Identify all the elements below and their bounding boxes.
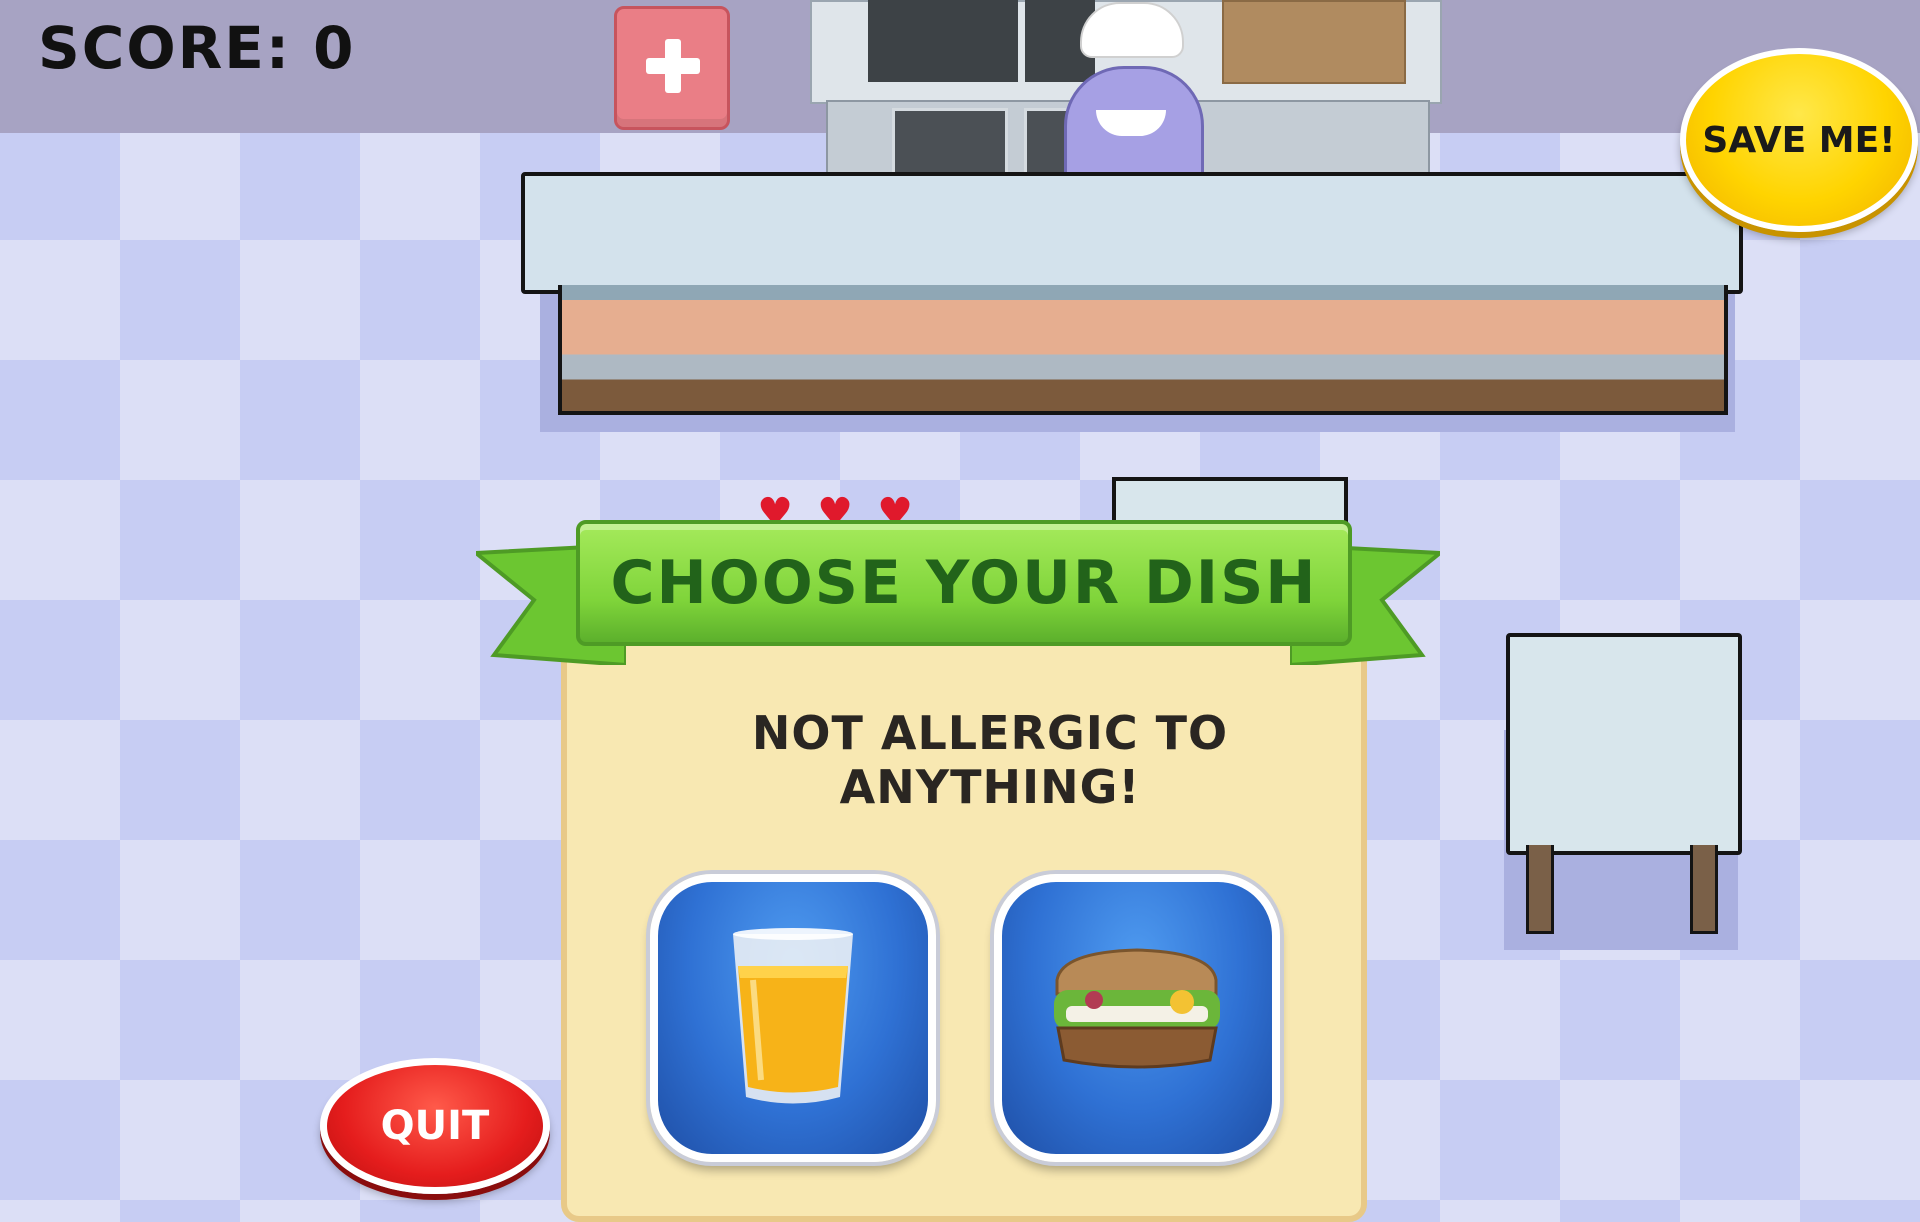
dialog-title: CHOOSE YOUR DISH — [610, 548, 1318, 618]
dish-option-sandwich[interactable] — [994, 874, 1280, 1162]
allergy-message: NOT ALLERGIC TO ANYTHING! — [640, 706, 1340, 814]
allergy-message-line2: ANYTHING! — [839, 760, 1141, 814]
score-value: 0 — [313, 14, 356, 82]
dialog-title-banner: CHOOSE YOUR DISH — [576, 520, 1352, 646]
serving-counter-front — [558, 285, 1728, 415]
chef-hat — [1080, 2, 1184, 58]
save-me-button[interactable]: SAVE ME! — [1680, 48, 1918, 232]
score-label: SCORE: — [38, 14, 292, 82]
score-display: SCORE: 0 — [38, 14, 355, 82]
quit-button[interactable]: QUIT — [320, 1058, 550, 1194]
side-table — [1506, 633, 1742, 855]
chef-character — [1062, 2, 1204, 182]
stove-burner — [868, 0, 1018, 82]
cutting-board — [1222, 0, 1406, 84]
serving-counter-top — [521, 172, 1743, 294]
table-leg — [1690, 845, 1718, 934]
allergy-message-line1: NOT ALLERGIC TO — [751, 706, 1229, 760]
first-aid-icon — [614, 6, 730, 130]
dish-option-orange-juice[interactable] — [650, 874, 936, 1162]
orange-juice-icon — [733, 928, 853, 1104]
sandwich-icon — [1054, 948, 1220, 1069]
oven — [892, 108, 1008, 176]
table-leg — [1526, 845, 1554, 934]
